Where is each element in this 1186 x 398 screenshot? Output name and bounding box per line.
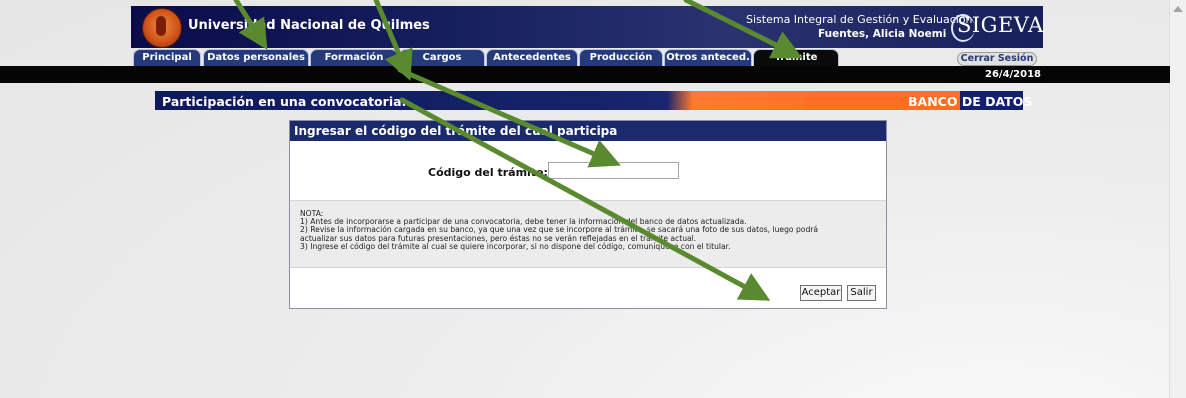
code-input[interactable]: [548, 162, 679, 179]
tab-produccion[interactable]: Producción: [579, 49, 663, 66]
banner-section-label: BANCO DE DATOS: [908, 94, 1033, 109]
note-text: NOTA: 1) Antes de incorporarse a partici…: [300, 209, 880, 251]
logout-button[interactable]: Cerrar Sesión: [957, 52, 1037, 66]
system-name: Sistema Integral de Gestión y Evaluación: [746, 13, 973, 26]
tab-tramite[interactable]: Trámite: [753, 49, 839, 66]
tab-cargos[interactable]: Cargos: [399, 49, 485, 66]
dialog-title: Ingresar el código del trámite del cual …: [290, 121, 886, 141]
code-field-label: Código del trámite:: [428, 166, 548, 179]
tab-otros-anteced[interactable]: Otros anteced.: [664, 49, 752, 66]
sigeva-logo: SIGEVA: [957, 13, 1044, 37]
scroll-up-arrow-icon[interactable]: [1173, 6, 1183, 12]
code-entry-dialog: Ingresar el código del trámite del cual …: [289, 120, 887, 309]
tab-formacion[interactable]: Formación: [310, 49, 398, 66]
user-name: Fuentes, Alicia Noemi: [818, 28, 947, 40]
current-date: 26/4/2018: [985, 69, 1042, 80]
page-title: Participación en una convocatoria.: [162, 94, 407, 109]
tab-principal[interactable]: Principal: [133, 49, 201, 66]
university-logo-icon: [142, 8, 182, 48]
tab-datos-personales[interactable]: Datos personales: [203, 49, 309, 66]
note-line: 3) Ingrese el código del trámite al cual…: [300, 241, 731, 251]
tab-antecedentes[interactable]: Antecedentes: [486, 49, 578, 66]
exit-button[interactable]: Salir: [847, 285, 876, 301]
accept-button[interactable]: Aceptar: [800, 285, 842, 301]
vertical-scrollbar[interactable]: [1169, 0, 1186, 398]
university-name: Universidad Nacional de Quilmes: [188, 18, 430, 33]
note-box: NOTA: 1) Antes de incorporarse a partici…: [290, 200, 886, 268]
